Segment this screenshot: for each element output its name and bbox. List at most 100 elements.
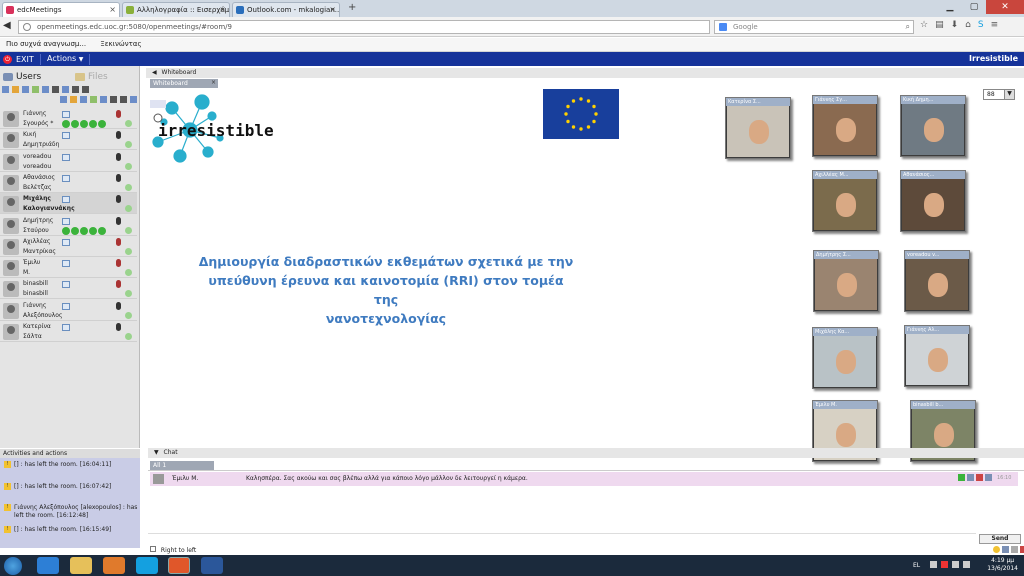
- check-icon[interactable]: [80, 120, 88, 128]
- video-tile[interactable]: Αθανάσιος...: [900, 170, 966, 232]
- chat-input[interactable]: [148, 533, 976, 545]
- mic-icon[interactable]: [116, 173, 121, 182]
- check-icon[interactable]: [89, 226, 97, 235]
- user-tool-icon[interactable]: [62, 86, 69, 93]
- browser-tab-mail[interactable]: Αλληλογραφία :: Εισερχόμ... ×: [122, 2, 230, 17]
- user-row[interactable]: Δημήτρης Σταύρου: [0, 215, 137, 236]
- user-tool-icon[interactable]: [130, 96, 137, 103]
- user-row[interactable]: binasbill binasbill: [0, 278, 137, 300]
- screen-icon[interactable]: [62, 281, 70, 289]
- actions-menu-button[interactable]: Actions ▼: [40, 54, 91, 65]
- mic-icon[interactable]: [116, 131, 121, 140]
- search-input[interactable]: Google ⌕: [714, 20, 914, 34]
- profile-icon[interactable]: [976, 474, 983, 481]
- check-icon[interactable]: [80, 226, 88, 235]
- url-bar[interactable]: openmeetings.edc.uoc.gr:5080/openmeeting…: [18, 20, 710, 34]
- volume-icon[interactable]: [963, 561, 970, 568]
- pen-icon[interactable]: [110, 96, 117, 103]
- video-tile[interactable]: Δημήτρης Σ...: [813, 250, 879, 312]
- add-icon[interactable]: [958, 474, 965, 481]
- home-icon[interactable]: ⌂: [965, 20, 971, 34]
- screen-icon[interactable]: [62, 111, 70, 118]
- mic-icon[interactable]: [116, 195, 121, 204]
- minimize-icon[interactable]: ▁: [938, 0, 962, 14]
- maximize-icon[interactable]: ▢: [962, 0, 986, 14]
- user-tool-icon[interactable]: [90, 96, 97, 103]
- clear-icon[interactable]: [1020, 546, 1024, 553]
- chevron-down-icon[interactable]: ▼: [1004, 89, 1015, 100]
- rtl-checkbox[interactable]: [150, 546, 156, 552]
- mic-icon[interactable]: [116, 323, 121, 331]
- user-row[interactable]: Γιάννης Σγουρός *: [0, 108, 137, 129]
- check-icon[interactable]: [62, 226, 70, 235]
- video-tile[interactable]: voreadou v...: [904, 250, 970, 312]
- star-icon[interactable]: ☆: [920, 20, 928, 34]
- user-row[interactable]: Μιχάλης Καλογιαννάκης: [0, 193, 137, 215]
- taskbar-clock[interactable]: 4:19 μμ 13/6/2014: [987, 557, 1018, 573]
- close-window-icon[interactable]: ✕: [986, 0, 1024, 14]
- user-row[interactable]: Κατερίνα Σάλτα: [0, 321, 137, 342]
- user-tool-icon[interactable]: [32, 86, 39, 93]
- search-icon[interactable]: ⌕: [906, 22, 910, 32]
- firefox-icon[interactable]: [168, 557, 190, 574]
- user-row[interactable]: Αχιλλέας Μαντρίκας: [0, 236, 137, 257]
- screen-icon[interactable]: [62, 238, 70, 246]
- check-icon[interactable]: [98, 226, 106, 235]
- close-tab-icon[interactable]: ×: [109, 5, 116, 14]
- clipboard-icon[interactable]: ▤: [935, 20, 944, 34]
- bookmark-getting-started[interactable]: Ξεκινώντας: [100, 40, 141, 48]
- mic-icon[interactable]: [116, 237, 121, 246]
- video-tile[interactable]: Γιάννης Αλ...: [904, 325, 970, 387]
- mic-icon[interactable]: [116, 280, 121, 289]
- user-row[interactable]: Έμιλυ Μ.: [0, 257, 137, 279]
- mic-icon[interactable]: [120, 96, 127, 103]
- check-icon[interactable]: [89, 120, 97, 128]
- user-row[interactable]: Κική Δημητριάδη: [0, 129, 137, 151]
- media-player-icon[interactable]: [103, 557, 125, 574]
- video-tile[interactable]: Κική Δημη...: [900, 95, 966, 157]
- screen-icon[interactable]: [62, 174, 70, 182]
- video-tile[interactable]: Κατερίνα Σ...: [725, 97, 791, 159]
- user-tool-icon[interactable]: [70, 96, 77, 103]
- exit-button[interactable]: ⏻ EXIT: [2, 54, 38, 65]
- check-icon[interactable]: [62, 120, 70, 128]
- user-row[interactable]: Γιάννης Αλεξόπουλος: [0, 300, 137, 321]
- screen-icon[interactable]: [62, 153, 70, 161]
- check-icon[interactable]: [98, 120, 106, 128]
- mic-icon[interactable]: [116, 301, 121, 310]
- word-icon[interactable]: [201, 557, 223, 574]
- user-tool-icon[interactable]: [2, 86, 9, 93]
- chat-tool-icon[interactable]: [1011, 546, 1018, 553]
- user-icon[interactable]: [967, 474, 974, 481]
- mic-icon[interactable]: [116, 259, 121, 268]
- translate-icon[interactable]: [985, 474, 992, 481]
- user-tool-icon[interactable]: [12, 86, 19, 93]
- tab-users[interactable]: Users: [0, 70, 70, 84]
- screen-share-icon[interactable]: [60, 96, 67, 103]
- skype-icon[interactable]: [136, 557, 158, 574]
- flag-icon[interactable]: [941, 561, 948, 568]
- file-explorer-icon[interactable]: [70, 557, 92, 574]
- browser-tab-edcmeetings[interactable]: edcMeetings ×: [2, 2, 120, 17]
- bookmark-most-visited[interactable]: Πιο συχνά αναγνωσμ...: [6, 40, 86, 48]
- right-to-left-option[interactable]: Right to left: [150, 546, 196, 554]
- screen-icon[interactable]: [62, 217, 70, 225]
- close-tab-icon[interactable]: ×: [219, 5, 226, 14]
- chat-tab-all[interactable]: All 1: [150, 461, 214, 470]
- language-indicator[interactable]: EL: [913, 562, 920, 569]
- browser-tab-outlook[interactable]: Outlook.com - mkalogian... ×: [232, 2, 340, 17]
- pen-icon[interactable]: [52, 86, 59, 93]
- screen-icon[interactable]: [62, 260, 70, 268]
- user-tool-icon[interactable]: [42, 86, 49, 93]
- internet-explorer-icon[interactable]: [37, 557, 59, 574]
- close-tab-icon[interactable]: ×: [329, 5, 336, 14]
- menu-icon[interactable]: ≡: [991, 20, 999, 34]
- mic-icon[interactable]: [116, 152, 121, 161]
- tab-files[interactable]: Files: [72, 70, 138, 84]
- screen-icon[interactable]: [62, 196, 70, 204]
- user-tool-icon[interactable]: [100, 96, 107, 103]
- screen-icon[interactable]: [62, 302, 70, 310]
- send-button[interactable]: Send: [979, 534, 1021, 544]
- emoticon-icon[interactable]: [993, 546, 1000, 553]
- tray-up-icon[interactable]: [930, 561, 937, 568]
